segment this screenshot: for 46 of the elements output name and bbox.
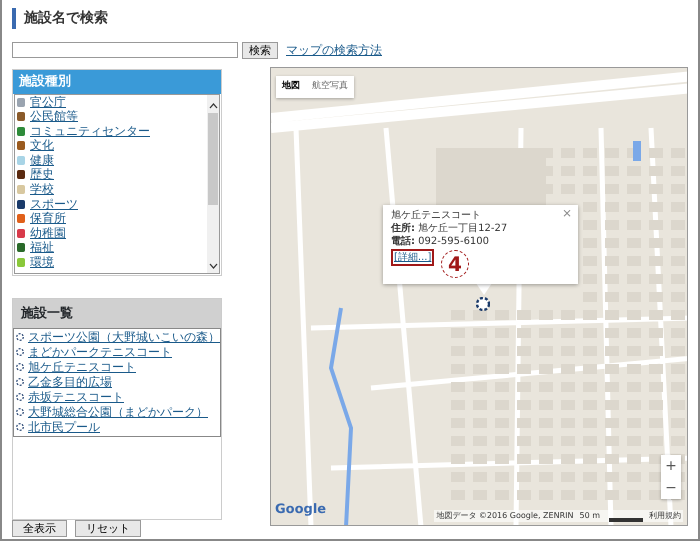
detail-link[interactable]: [詳細...] <box>391 249 434 266</box>
facility-link[interactable]: 赤坂テニスコート <box>28 390 124 404</box>
map-type-tab[interactable]: 航空写真 <box>306 76 354 98</box>
facility-link[interactable]: 大野城総合公園（まどかパーク） <box>28 405 208 419</box>
zoom-in-button[interactable]: + <box>661 455 681 477</box>
search-help-link[interactable]: マップの検索方法 <box>286 41 382 59</box>
category-link[interactable]: 官公庁 <box>30 94 66 108</box>
close-button[interactable]: × <box>562 207 572 220</box>
reset-button[interactable]: リセット <box>75 520 141 537</box>
category-link[interactable]: 公民館等 <box>30 109 78 124</box>
info-title: 旭ケ丘テニスコート <box>391 209 481 222</box>
category-link[interactable]: 福祉 <box>30 240 54 254</box>
category-link[interactable]: 保育所 <box>30 211 66 226</box>
ball-marker-icon[interactable] <box>476 297 490 311</box>
panel-title: 施設種別 <box>13 70 221 94</box>
facility-link[interactable]: 乙金多目的広場 <box>28 375 112 389</box>
facility-link[interactable]: スポーツ公園（大野城いこいの森） <box>28 330 220 344</box>
terms-link[interactable]: 利用規約 <box>649 510 681 522</box>
map-type-tab[interactable]: 地図 <box>276 76 306 98</box>
scroll-down-icon[interactable] <box>208 262 218 268</box>
category-link[interactable]: コミュニティセンター <box>30 124 150 138</box>
search-field[interactable] <box>12 42 238 58</box>
category-link[interactable]: 文化 <box>30 138 54 152</box>
facility-link[interactable]: 旭ケ丘テニスコート <box>28 360 136 374</box>
scrollbar[interactable] <box>207 94 219 272</box>
show-all-button[interactable]: 全表示 <box>12 520 67 537</box>
facility-link[interactable]: 北市民プール <box>28 420 100 434</box>
info-phone: 電話: 092-595-6100 <box>391 235 490 248</box>
scroll-up-icon[interactable] <box>208 102 218 108</box>
annotation-number: 4 <box>441 250 469 278</box>
panel-title: 施設一覧 <box>13 298 221 328</box>
info-address: 住所: 旭ケ丘一丁目12-27 <box>391 222 508 235</box>
page-title: 施設名で検索 <box>12 8 688 29</box>
category-link[interactable]: スポーツ <box>30 196 78 211</box>
search-button[interactable]: 検索 <box>242 42 278 58</box>
scale-label: 50 m <box>579 510 600 522</box>
map-attribution: 地図データ ©2016 Google, ZENRIN <box>436 510 574 522</box>
map-logo: Google <box>275 500 326 518</box>
facility-link[interactable]: まどかパークテニスコート <box>28 345 172 359</box>
zoom-out-button[interactable]: − <box>661 477 681 499</box>
category-link[interactable]: 環境 <box>30 255 54 270</box>
category-link[interactable]: 幼稚園 <box>30 226 66 240</box>
category-link[interactable]: 歴史 <box>30 167 54 182</box>
scale-bar <box>609 518 643 522</box>
category-link[interactable]: 学校 <box>30 182 54 196</box>
category-link[interactable]: 健康 <box>30 152 54 167</box>
